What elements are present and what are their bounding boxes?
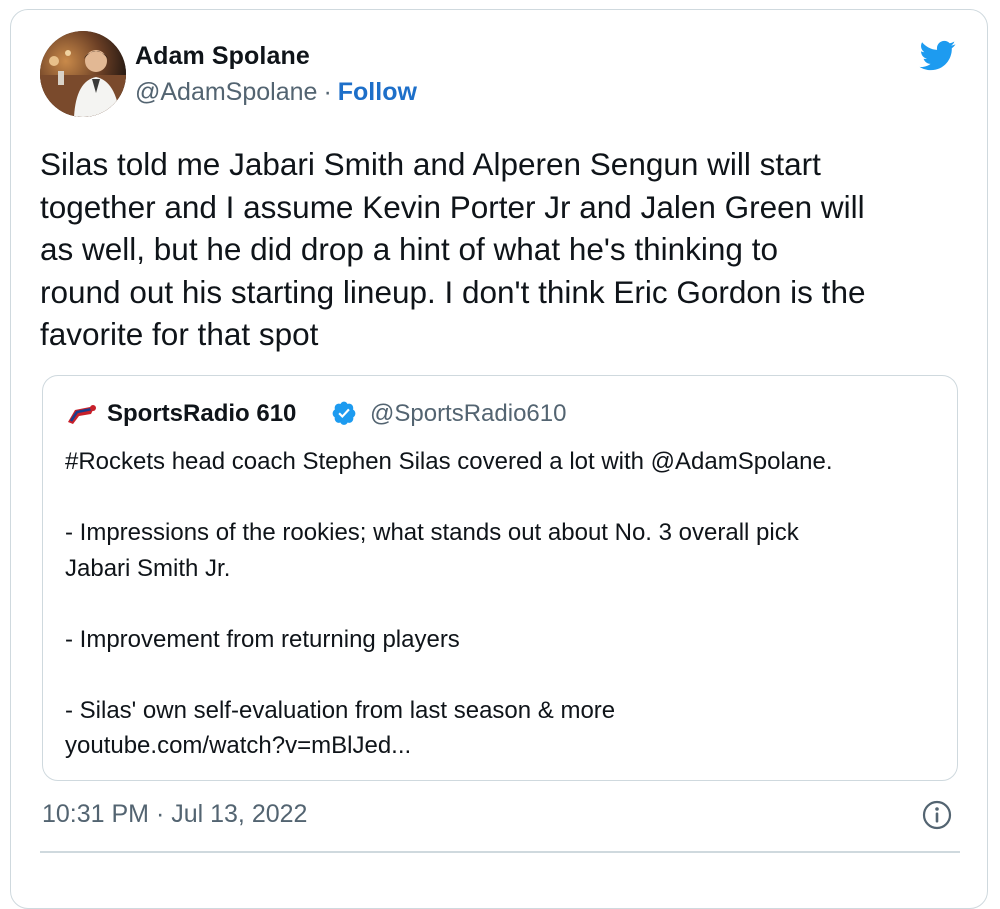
bottom-divider [40, 851, 960, 853]
separator-dot: · [323, 78, 332, 106]
follow-button[interactable]: Follow [338, 78, 417, 106]
author-name[interactable]: Adam Spolane [135, 42, 310, 71]
tweet-timestamp[interactable]: 10:31 PM · Jul 13, 2022 [42, 800, 307, 829]
quoted-tweet[interactable]: SportsRadio 610 @SportsRadio610 #Rockets… [42, 375, 958, 781]
author-avatar[interactable] [40, 31, 126, 117]
quoted-link[interactable]: youtube.com/watch?v=mBlJed... [65, 728, 945, 764]
quoted-author-name[interactable]: SportsRadio 610 [107, 400, 296, 428]
author-handle-row: @AdamSpolane · Follow [135, 78, 417, 107]
tweet-text: Silas told me Jabari Smith and Alperen S… [40, 143, 975, 356]
quoted-author-handle[interactable]: @SportsRadio610 [370, 400, 566, 428]
sportsradio-logo-icon [68, 405, 96, 424]
quoted-text-line: - Improvement from returning players [65, 625, 460, 653]
twitter-bird-icon[interactable] [917, 37, 959, 73]
verified-badge-icon [332, 401, 356, 425]
quoted-text-line: - Silas' own self-evaluation from last s… [65, 696, 616, 724]
info-icon[interactable] [921, 799, 953, 831]
quoted-tweet-text: #Rockets head coach Stephen Silas covere… [65, 444, 945, 764]
quoted-text-line [65, 480, 945, 516]
tweet-text-line: favorite for that spot [40, 316, 319, 352]
author-handle[interactable]: @AdamSpolane [135, 78, 317, 106]
tweet-text-line: Silas told me Jabari Smith and Alperen S… [40, 146, 821, 182]
tweet-text-line: round out his starting lineup. I don't t… [40, 273, 866, 310]
tweet-text-line: together and I assume Kevin Porter Jr an… [40, 188, 865, 225]
quoted-text-line [65, 586, 945, 622]
quoted-text-line [65, 657, 945, 693]
tweet-text-line: as well, but he did drop a hint of what … [40, 231, 778, 267]
quoted-text-line: Jabari Smith Jr. [65, 554, 231, 582]
quoted-text-line: - Impressions of the rookies; what stand… [65, 519, 799, 546]
quoted-text-line: #Rockets head coach Stephen Silas covere… [65, 448, 833, 475]
